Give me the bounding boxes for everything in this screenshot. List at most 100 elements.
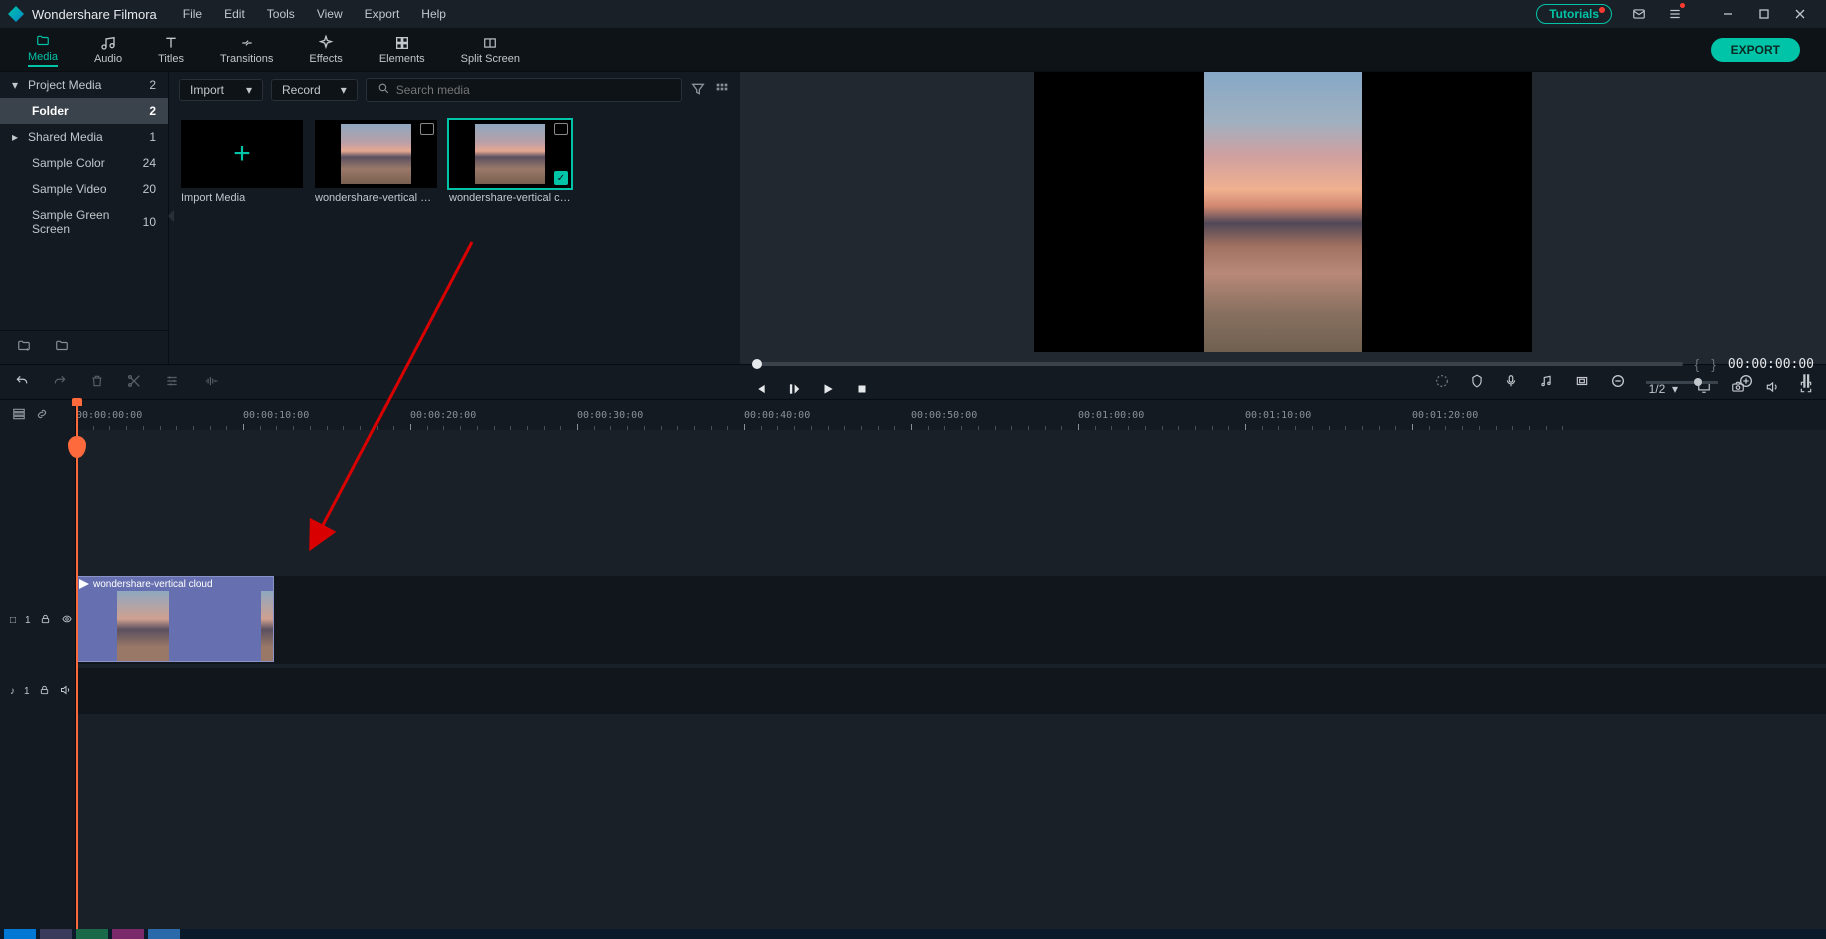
expand-icon[interactable] (554, 123, 568, 135)
preview-panel: { } 00:00:00:00 1/2 ▾ (740, 72, 1826, 364)
preview-video[interactable] (1034, 72, 1532, 352)
taskbar-app[interactable] (112, 929, 144, 939)
filter-icon[interactable] (690, 81, 706, 100)
sidebar-item-sample-green-screen[interactable]: Sample Green Screen 10 (0, 202, 168, 242)
video-track-header[interactable]: □1 (0, 576, 76, 664)
export-button[interactable]: EXPORT (1711, 38, 1800, 62)
play-pause-button[interactable] (786, 381, 802, 397)
menu-tools[interactable]: Tools (267, 7, 295, 21)
sidebar-item-project-media[interactable]: ▾ Project Media 2 (0, 72, 168, 98)
clip-thumbnail-end (261, 591, 273, 661)
import-dropdown[interactable]: Import ▾ (179, 79, 263, 101)
transitions-icon (238, 35, 256, 51)
titlebar-right: Tutorials (1536, 0, 1818, 28)
menu-view[interactable]: View (317, 7, 343, 21)
maximize-button[interactable] (1746, 0, 1782, 28)
taskbar-app[interactable] (148, 929, 180, 939)
tab-media[interactable]: Media (10, 33, 76, 67)
stop-button[interactable] (854, 381, 870, 397)
audio-track[interactable] (76, 668, 1826, 714)
media-toolbar: Import ▾ Record ▾ (169, 72, 740, 108)
tab-effects[interactable]: Effects (291, 35, 360, 65)
media-thumb[interactable]: ✓ wondershare-vertical clo... (449, 120, 571, 204)
delete-button[interactable] (90, 373, 104, 392)
thumb-caption: wondershare-vertical pla... (315, 192, 437, 204)
folder-icon[interactable] (54, 339, 70, 356)
progress-thumb[interactable] (752, 359, 762, 369)
taskbar-app[interactable] (76, 929, 108, 939)
mark-in-button[interactable]: { (1695, 356, 1700, 372)
render-icon[interactable] (1434, 373, 1450, 392)
fullscreen-icon[interactable] (1798, 380, 1814, 397)
mark-out-button[interactable]: } (1711, 356, 1716, 372)
audio-wave-button[interactable] (202, 374, 220, 391)
split-button[interactable] (126, 373, 142, 392)
ruler-tick: 00:01:10:00 (1245, 410, 1311, 421)
timeline-ruler[interactable]: 00:00:00:0000:00:10:0000:00:20:0000:00:3… (76, 400, 1826, 430)
tutorials-button[interactable]: Tutorials (1536, 4, 1612, 24)
playhead[interactable] (76, 400, 78, 929)
audio-track-header[interactable]: ♪1 (0, 668, 76, 714)
minimize-button[interactable] (1710, 0, 1746, 28)
media-thumb[interactable]: wondershare-vertical pla... (315, 120, 437, 204)
menu-file[interactable]: File (183, 7, 202, 21)
eye-icon[interactable] (60, 614, 74, 627)
tasks-icon[interactable] (1666, 5, 1684, 23)
record-dropdown[interactable]: Record ▾ (271, 79, 358, 101)
undo-button[interactable] (14, 374, 30, 391)
redo-button[interactable] (52, 374, 68, 391)
lock-icon[interactable] (40, 613, 51, 628)
video-track[interactable]: wondershare-vertical cloud (76, 576, 1826, 664)
adjust-button[interactable] (164, 374, 180, 391)
sidebar-item-shared-media[interactable]: ▸ Shared Media 1 (0, 124, 168, 150)
clip-play-icon (79, 579, 89, 589)
search-input[interactable] (396, 83, 671, 97)
menu-export[interactable]: Export (365, 7, 400, 21)
tab-audio[interactable]: Audio (76, 35, 140, 65)
manage-tracks-icon[interactable] (12, 407, 26, 424)
video-clip[interactable]: wondershare-vertical cloud (76, 576, 274, 662)
os-taskbar[interactable] (0, 929, 1826, 939)
sidebar-item-sample-video[interactable]: Sample Video 20 (0, 176, 168, 202)
link-icon[interactable] (35, 407, 49, 424)
sidebar-collapse-icon[interactable] (168, 210, 174, 222)
ruler-tick: 00:01:20:00 (1412, 410, 1478, 421)
mid-row: ▾ Project Media 2 Folder 2 ▸ Shared Medi… (0, 72, 1826, 364)
close-button[interactable] (1782, 0, 1818, 28)
search-box[interactable] (366, 78, 682, 102)
sidebar-item-folder[interactable]: Folder 2 (0, 98, 168, 124)
tab-titles[interactable]: Titles (140, 35, 202, 65)
tab-label: Transitions (220, 53, 273, 65)
timeline[interactable]: □1 ♪1 00:00:00:0000:00:10:0000:00:20:000… (0, 400, 1826, 929)
progress-slider[interactable] (752, 362, 1683, 366)
snapshot-icon[interactable] (1730, 380, 1746, 397)
zoom-slider[interactable] (1646, 381, 1718, 384)
message-icon[interactable] (1630, 5, 1648, 23)
taskbar-start[interactable] (4, 929, 36, 939)
playhead-handle[interactable] (68, 436, 86, 458)
speaker-icon[interactable] (59, 684, 72, 699)
tab-elements[interactable]: Elements (361, 35, 443, 65)
menu-edit[interactable]: Edit (224, 7, 245, 21)
search-icon (377, 82, 390, 98)
scale-dropdown[interactable]: 1/2 ▾ (1649, 382, 1678, 396)
grid-view-icon[interactable] (714, 81, 730, 100)
window-controls (1710, 0, 1818, 28)
lock-icon[interactable] (39, 684, 50, 699)
sidebar-item-count: 2 (149, 104, 156, 118)
import-media-tile[interactable]: + Import Media (181, 120, 303, 204)
tab-split-screen[interactable]: Split Screen (443, 35, 538, 65)
sidebar-item-sample-color[interactable]: Sample Color 24 (0, 150, 168, 176)
prev-frame-button[interactable] (752, 381, 768, 397)
dropdown-label: Import (190, 83, 224, 97)
menu-help[interactable]: Help (421, 7, 446, 21)
play-button[interactable] (820, 381, 836, 397)
progress-row: { } 00:00:00:00 (752, 356, 1814, 372)
volume-icon[interactable] (1764, 380, 1780, 397)
taskbar-app[interactable] (40, 929, 72, 939)
ruler-tick: 00:01:00:00 (1078, 410, 1144, 421)
preview-controls: { } 00:00:00:00 1/2 ▾ (752, 352, 1814, 404)
tab-transitions[interactable]: Transitions (202, 35, 291, 65)
expand-icon[interactable] (420, 123, 434, 135)
new-folder-icon[interactable] (16, 339, 32, 356)
